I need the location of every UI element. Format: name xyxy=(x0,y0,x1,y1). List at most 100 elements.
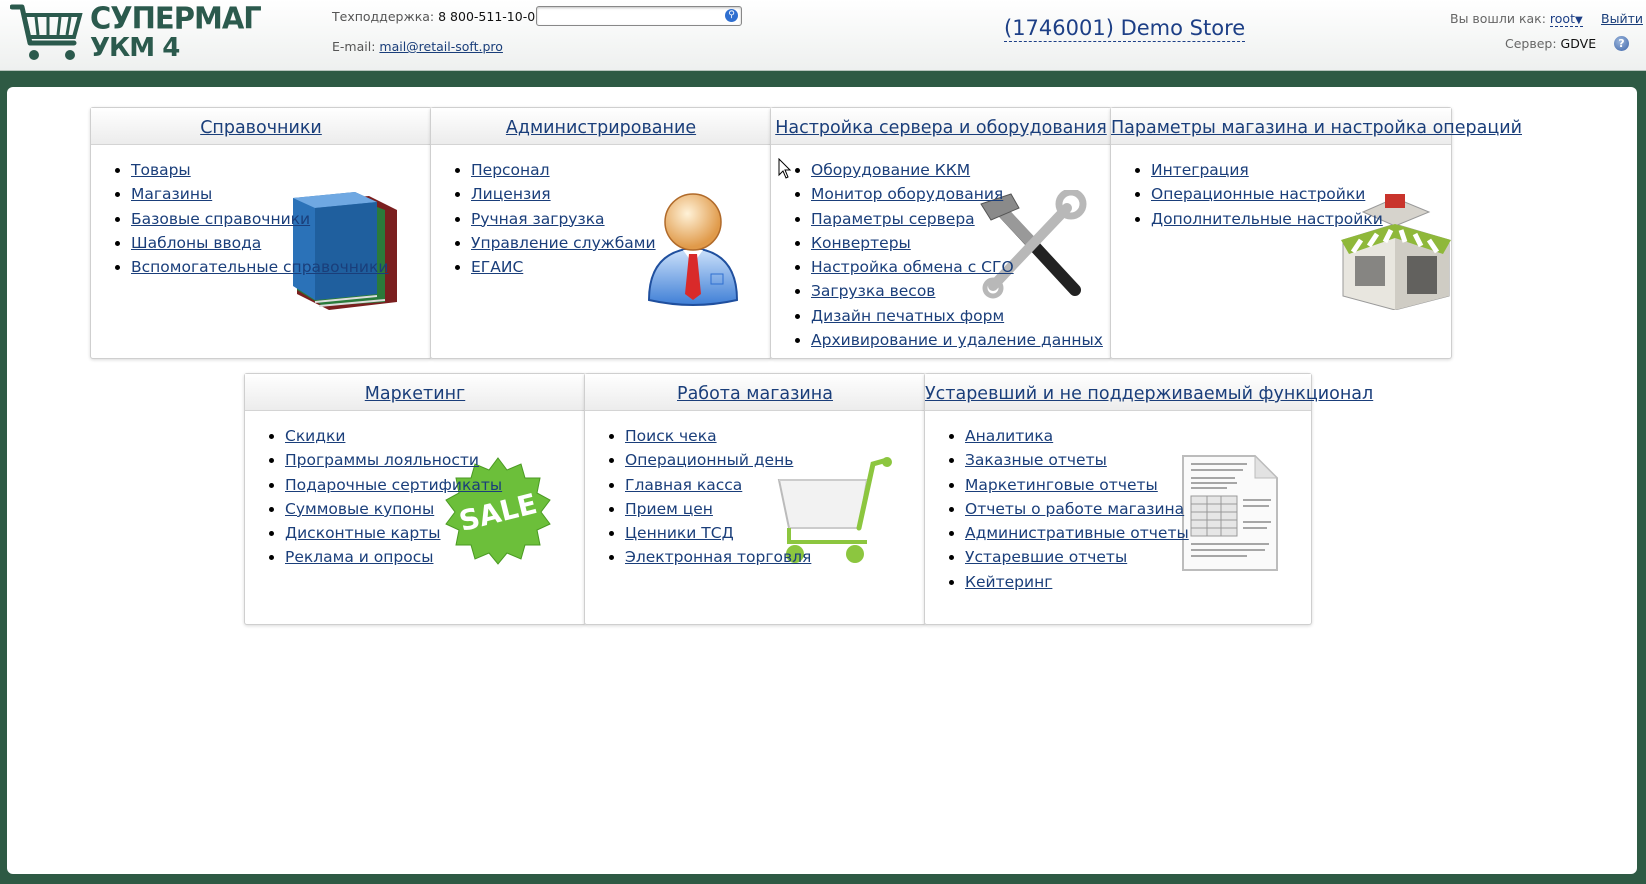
link-license[interactable]: Лицензия xyxy=(471,185,551,203)
list-item: Административные отчеты xyxy=(965,521,1189,545)
list-item: Дополнительные настройки xyxy=(1151,207,1383,231)
list-item: Прием цен xyxy=(625,497,811,521)
admin-user-icon xyxy=(647,193,739,306)
search-icon[interactable]: ⚲ xyxy=(725,9,738,22)
list-item: Архивирование и удаление данных xyxy=(811,328,1103,352)
card-links: Поиск чека Операционный день Главная кас… xyxy=(605,424,811,570)
support-phone: 8 800-511-10-05 xyxy=(438,9,544,24)
list-item: Реклама и опросы xyxy=(285,545,502,569)
document-icon xyxy=(1182,454,1279,571)
link-price-receive[interactable]: Прием цен xyxy=(625,500,713,518)
link-discount-cards[interactable]: Дисконтные карты xyxy=(285,524,441,542)
help-icon[interactable]: ? xyxy=(1614,36,1629,51)
link-operational-settings[interactable]: Операционные настройки xyxy=(1151,185,1365,203)
link-analytics[interactable]: Аналитика xyxy=(965,427,1053,445)
cart-logo-icon xyxy=(10,4,83,60)
store-selector[interactable]: (1746001) Demo Store xyxy=(1004,15,1246,42)
link-store-reports[interactable]: Отчеты о работе магазина xyxy=(965,500,1184,518)
link-server-params[interactable]: Параметры сервера xyxy=(811,210,975,228)
mouse-cursor-icon xyxy=(778,158,792,179)
top-header: СУПЕРМАГ УКМ 4 Техподдержка: 8 800-511-1… xyxy=(0,0,1646,71)
server-name: GDVE xyxy=(1560,36,1597,51)
link-main-cash[interactable]: Главная касса xyxy=(625,476,742,494)
link-scales-load[interactable]: Загрузка весов xyxy=(811,282,935,300)
link-tsd-labels[interactable]: Ценники ТСД xyxy=(625,524,734,542)
card-administration: Администрирование Персонал Лицензия Ручн… xyxy=(430,107,772,359)
list-item: Шаблоны ввода xyxy=(131,231,388,255)
link-sgo-exchange[interactable]: Настройка обмена с СГО xyxy=(811,258,1014,276)
link-obsolete-reports[interactable]: Устаревшие отчеты xyxy=(965,548,1127,566)
link-kkm-hardware[interactable]: Оборудование ККМ xyxy=(811,161,970,179)
card-links: Товары Магазины Базовые справочники Шабл… xyxy=(111,158,388,279)
link-egais[interactable]: ЕГАИС xyxy=(471,258,523,276)
card-title: Администрирование xyxy=(431,108,771,145)
link-base-directories[interactable]: Базовые справочники xyxy=(131,210,310,228)
link-loyalty[interactable]: Программы лояльности xyxy=(285,451,479,469)
supermag-logo[interactable]: СУПЕРМАГ УКМ 4 xyxy=(10,2,262,65)
link-services[interactable]: Управление службами xyxy=(471,234,656,252)
card-links: Скидки Программы лояльности Подарочные с… xyxy=(265,424,502,570)
list-item: Лицензия xyxy=(471,182,656,206)
link-integration[interactable]: Интеграция xyxy=(1151,161,1249,179)
list-item: Магазины xyxy=(131,182,388,206)
link-manual-load[interactable]: Ручная загрузка xyxy=(471,210,605,228)
link-admin-reports[interactable]: Административные отчеты xyxy=(965,524,1189,542)
card-title-link[interactable]: Администрирование xyxy=(506,118,696,138)
logo-subtitle: УКМ 4 xyxy=(90,33,180,63)
login-info: Вы вошли как: root▼ xyxy=(1450,11,1583,27)
login-label: Вы вошли как: xyxy=(1450,11,1546,26)
list-item: Вспомогательные справочники xyxy=(131,255,388,279)
link-print-forms[interactable]: Дизайн печатных форм xyxy=(811,307,1004,325)
list-item: Ручная загрузка xyxy=(471,207,656,231)
card-title-link[interactable]: Устаревший и не поддерживаемый функциона… xyxy=(925,384,1373,404)
list-item: Отчеты о работе магазина xyxy=(965,497,1189,521)
card-directories: Справочники Товары Магазины Базовые спра… xyxy=(90,107,432,359)
link-aux-directories[interactable]: Вспомогательные справочники xyxy=(131,258,388,276)
link-ecommerce[interactable]: Электронная торговля xyxy=(625,548,811,566)
link-gift-certificates[interactable]: Подарочные сертификаты xyxy=(285,476,502,494)
list-item: Операционный день xyxy=(625,448,811,472)
card-title-link[interactable]: Маркетинг xyxy=(365,384,465,404)
link-receipt-search[interactable]: Поиск чека xyxy=(625,427,717,445)
link-stores[interactable]: Магазины xyxy=(131,185,212,203)
link-converters[interactable]: Конвертеры xyxy=(811,234,911,252)
card-title-link[interactable]: Настройка сервера и оборудования xyxy=(775,118,1107,138)
link-operational-day[interactable]: Операционный день xyxy=(625,451,793,469)
support-email-link[interactable]: mail@retail-soft.pro xyxy=(379,39,503,54)
link-discounts[interactable]: Скидки xyxy=(285,427,345,445)
card-title: Параметры магазина и настройка операций xyxy=(1111,108,1522,145)
card-server-hardware: Настройка сервера и оборудования Оборудо… xyxy=(770,107,1112,359)
card-title-link[interactable]: Справочники xyxy=(200,118,322,138)
link-archiving[interactable]: Архивирование и удаление данных xyxy=(811,331,1103,349)
list-item: Базовые справочники xyxy=(131,207,388,231)
logout-link[interactable]: Выйти xyxy=(1601,11,1643,26)
card-title: Маркетинг xyxy=(245,374,585,411)
link-additional-settings[interactable]: Дополнительные настройки xyxy=(1151,210,1383,228)
list-item: Электронная торговля xyxy=(625,545,811,569)
card-marketing: Маркетинг Скидки Программы лояльности По… xyxy=(244,373,586,625)
card-title-link[interactable]: Параметры магазина и настройка операций xyxy=(1111,118,1522,138)
link-ads-surveys[interactable]: Реклама и опросы xyxy=(285,548,433,566)
search-input[interactable]: ⚲ xyxy=(536,6,742,26)
link-marketing-reports[interactable]: Маркетинговые отчеты xyxy=(965,476,1158,494)
user-menu[interactable]: root▼ xyxy=(1549,11,1583,27)
server-info: Сервер: GDVE xyxy=(1505,36,1596,51)
link-catering[interactable]: Кейтеринг xyxy=(965,573,1052,591)
list-item: Аналитика xyxy=(965,424,1189,448)
link-hardware-monitor[interactable]: Монитор оборудования xyxy=(811,185,1003,203)
list-item: Параметры сервера xyxy=(811,207,1103,231)
card-title-link[interactable]: Работа магазина xyxy=(677,384,833,404)
email-label: E-mail: xyxy=(332,39,376,54)
card-links: Оборудование ККМ Монитор оборудования Па… xyxy=(791,158,1103,352)
link-staff[interactable]: Персонал xyxy=(471,161,550,179)
link-custom-reports[interactable]: Заказные отчеты xyxy=(965,451,1107,469)
link-coupons[interactable]: Суммовые купоны xyxy=(285,500,434,518)
list-item: Операционные настройки xyxy=(1151,182,1383,206)
list-item: Кейтеринг xyxy=(965,570,1189,594)
list-item: Устаревшие отчеты xyxy=(965,545,1189,569)
link-input-templates[interactable]: Шаблоны ввода xyxy=(131,234,261,252)
list-item: Настройка обмена с СГО xyxy=(811,255,1103,279)
card-links: Интеграция Операционные настройки Дополн… xyxy=(1131,158,1383,231)
link-goods[interactable]: Товары xyxy=(131,161,191,179)
server-label: Сервер: xyxy=(1505,36,1557,51)
